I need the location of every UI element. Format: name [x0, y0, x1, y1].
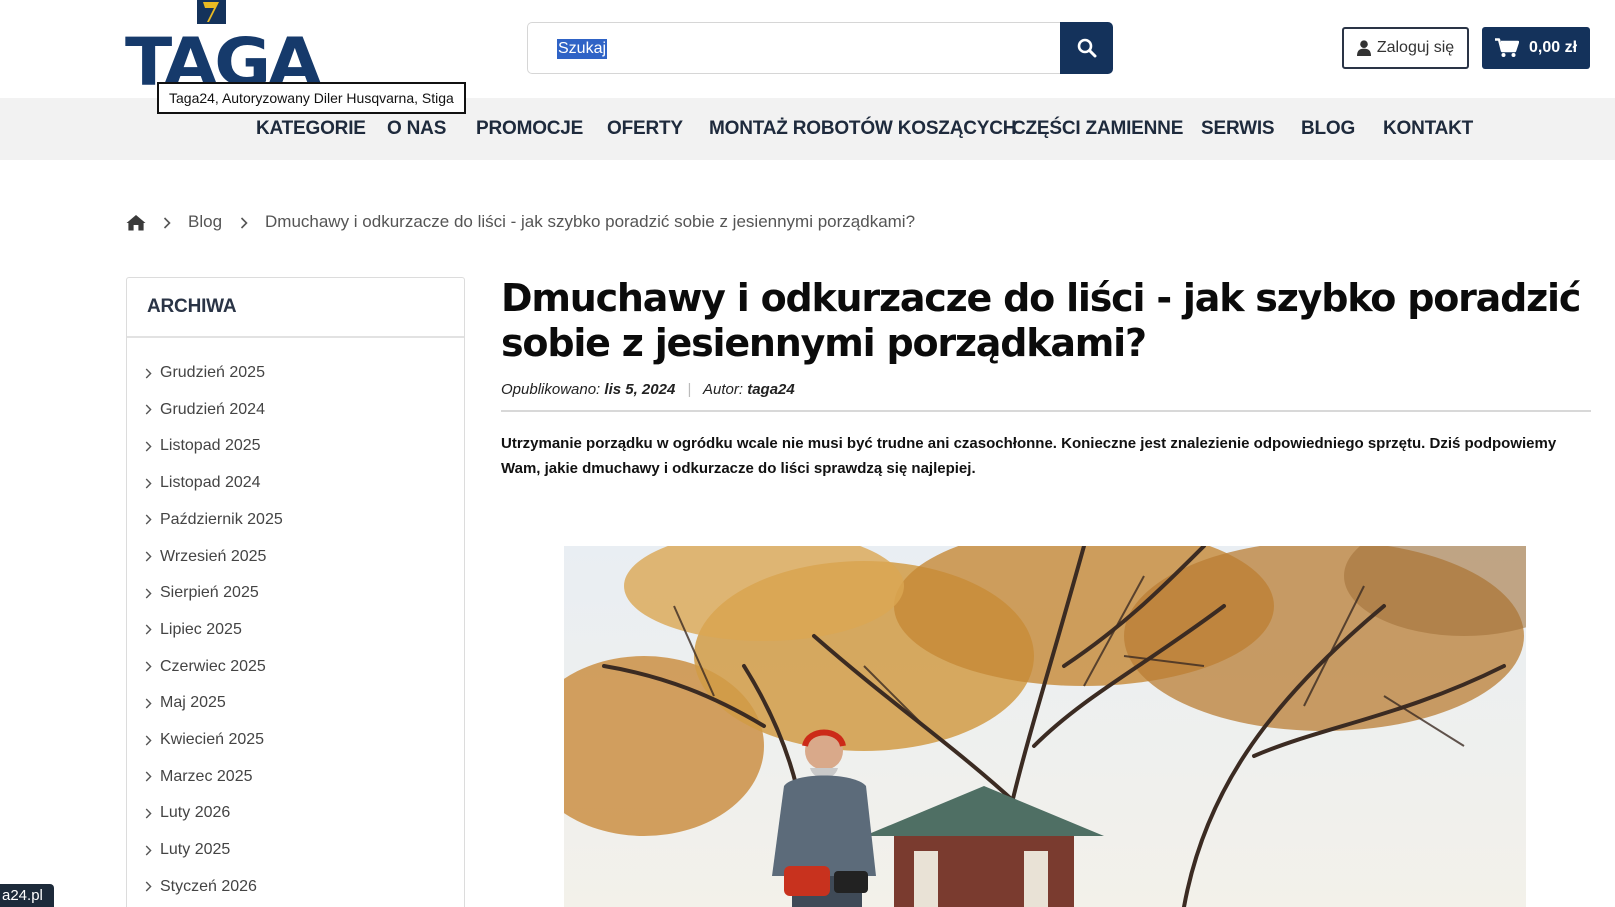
chevron-right-icon [145, 735, 152, 745]
archive-item-label: Listopad 2025 [160, 437, 261, 455]
search-icon [1077, 38, 1096, 58]
archive-item[interactable]: Październik 2025 [145, 508, 283, 532]
cart-button[interactable]: 0,00 zł [1482, 27, 1590, 69]
login-label: Zaloguj się [1376, 39, 1455, 56]
published-date: lis 5, 2024 [604, 381, 676, 398]
archive-item[interactable]: Kwiecień 2025 [145, 728, 264, 752]
chevron-right-icon [145, 698, 152, 709]
search-input-text: Szukaj [557, 39, 608, 59]
archive-item[interactable]: Luty 2026 [145, 801, 230, 825]
archive-item[interactable]: Luty 2025 [145, 838, 230, 862]
archive-item[interactable]: Maj 2025 [145, 691, 226, 715]
archive-item-label: Sierpień 2025 [160, 584, 259, 602]
chevron-right-icon [145, 661, 152, 672]
search-form: Szukaj [527, 22, 1113, 74]
breadcrumb-current: Dmuchawy i odkurzacze do liści - jak szy… [265, 212, 916, 231]
search-input[interactable]: Szukaj [527, 22, 1061, 74]
sidebar-title: ARCHIWA [147, 296, 237, 317]
archive-item[interactable]: Marzec 2025 [145, 765, 253, 789]
archive-item[interactable]: Listopad 2025 [145, 434, 261, 458]
cart-icon [1494, 38, 1519, 57]
archive-item[interactable]: Grudzień 2024 [145, 398, 265, 422]
archive-item-label: Wrzesień 2025 [160, 547, 267, 565]
chevron-right-icon [145, 881, 152, 892]
archive-item-label: Kwiecień 2025 [160, 731, 265, 748]
chevron-right-icon [145, 808, 152, 819]
chevron-right-icon [145, 368, 152, 378]
chevron-right-icon [145, 624, 152, 635]
archive-item[interactable]: Lipiec 2025 [145, 618, 242, 642]
archive-item-label: Grudzień 2025 [160, 364, 265, 381]
sidebar-divider [127, 336, 464, 338]
nav-item-oferty[interactable]: OFERTY [607, 118, 683, 140]
chevron-right-icon [240, 217, 248, 229]
logo-tooltip: Taga24, Autoryzowany Diler Husqvarna, St… [157, 82, 466, 114]
chevron-right-icon [145, 845, 152, 856]
chevron-right-icon [145, 588, 152, 599]
article-hero-image [564, 546, 1526, 907]
login-button[interactable]: Zaloguj się [1342, 27, 1469, 69]
user-icon [1356, 40, 1371, 56]
archive-item-label: Lipiec 2025 [160, 620, 242, 638]
article-title: Dmuchawy i odkurzacze do liści - jak szy… [501, 276, 1581, 365]
archive-sidebar: ARCHIWA Grudzień 2025 Grudzień 2024 Listop… [126, 277, 465, 907]
archive-item[interactable]: Grudzień 2025 [145, 361, 265, 385]
chevron-right-icon [163, 217, 171, 229]
chevron-right-icon [145, 771, 152, 782]
nav-item-montaz[interactable]: MONTAŻ ROBOTÓW KOSZĄCYCH [709, 118, 1016, 140]
archive-item-label: Marzec 2025 [160, 767, 253, 785]
nav-item-blog[interactable]: BLOG [1301, 118, 1355, 140]
meta-divider [501, 410, 1591, 412]
search-button[interactable] [1060, 22, 1113, 74]
meta-separator: | [687, 381, 692, 398]
author-label: Autor: [703, 381, 744, 398]
author-name[interactable]: taga24 [747, 381, 795, 398]
breadcrumb-blog-link[interactable]: Blog [188, 212, 222, 232]
archive-item-label: Listopad 2024 [160, 474, 261, 492]
archive-item-label: Styczeń 2026 [160, 877, 257, 895]
archive-item-label: Październik 2025 [160, 510, 283, 528]
chevron-right-icon [145, 441, 152, 452]
nav-item-czesci[interactable]: CZĘŚCI ZAMIENNE [1012, 118, 1183, 140]
nav-item-kontakt[interactable]: KONTAKT [1383, 118, 1473, 140]
chevron-right-icon [145, 551, 152, 562]
chevron-right-icon [145, 404, 152, 415]
cart-total: 0,00 zł [1528, 39, 1578, 56]
archive-item[interactable]: Wrzesień 2025 [145, 545, 266, 569]
article-meta: Opublikowano: lis 5, 2024 | Autor: taga2… [501, 381, 795, 398]
site-header: TAGA Taga24, Autoryzowany Diler Husqvarn… [0, 0, 1615, 114]
nav-item-promocje[interactable]: PROMOCJE [476, 118, 583, 140]
archive-item-label: Grudzień 2024 [160, 400, 265, 418]
archive-item[interactable]: Czerwiec 2025 [145, 655, 266, 679]
status-url: a24.pl [0, 884, 54, 907]
chevron-right-icon [145, 478, 152, 489]
archive-item[interactable]: Sierpień 2025 [145, 581, 259, 605]
nav-item-kategorie[interactable]: KATEGORIE [256, 118, 366, 140]
archive-item-label: Maj 2025 [160, 694, 226, 712]
chevron-right-icon [145, 514, 152, 525]
archive-item[interactable]: Listopad 2024 [145, 471, 261, 495]
article-intro: Utrzymanie porządku w ogródku wcale nie … [501, 435, 1557, 477]
published-label: Opublikowano: [501, 381, 601, 398]
home-icon[interactable] [126, 214, 146, 231]
nav-item-serwis[interactable]: SERWIS [1201, 118, 1275, 140]
archive-item[interactable]: Styczeń 2026 [145, 875, 257, 899]
archive-item-label: Luty 2026 [160, 804, 231, 822]
nav-item-o-nas[interactable]: O NAS [387, 118, 446, 140]
archive-item-label: Luty 2025 [160, 841, 231, 859]
logo-emblem-icon [197, 0, 226, 24]
archive-item-label: Czerwiec 2025 [160, 657, 266, 675]
